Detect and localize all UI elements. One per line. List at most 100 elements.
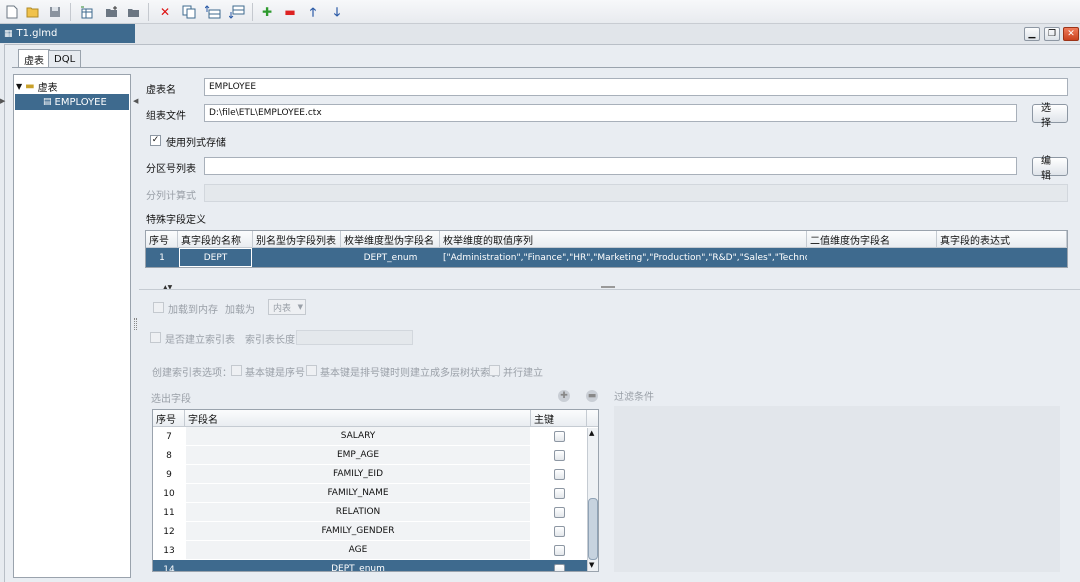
- remove-field-icon[interactable]: ▬: [586, 390, 598, 402]
- insert-row-below-icon[interactable]: [228, 3, 246, 21]
- field-seq-cell[interactable]: 13: [153, 541, 185, 560]
- column-header[interactable]: 别名型伪字段列表: [253, 231, 341, 248]
- column-header[interactable]: 真字段的名称: [178, 231, 253, 248]
- copy-icon[interactable]: [180, 3, 198, 21]
- tab-virtual-table[interactable]: 虚表: [18, 49, 50, 68]
- create-index-label: 是否建立索引表: [165, 335, 235, 346]
- partition-expr-label: 分列计算式: [146, 191, 196, 202]
- toolbar: ✕ ✚ ▬ 🡑 🡓: [0, 0, 1080, 24]
- field-seq-cell[interactable]: 11: [153, 503, 185, 522]
- new-file-icon[interactable]: [3, 3, 21, 21]
- primary-key-checkbox[interactable]: [554, 431, 565, 442]
- table-cell[interactable]: [940, 248, 1067, 267]
- edit-button[interactable]: 编辑: [1032, 156, 1068, 182]
- table-row[interactable]: 13 AGE: [153, 541, 587, 560]
- columnar-checkbox[interactable]: ✓: [150, 135, 161, 146]
- field-seq-cell[interactable]: 7: [153, 427, 185, 446]
- expand-arrow-icon[interactable]: ▼: [16, 82, 22, 91]
- table-cell[interactable]: ["Administration","Finance","HR","Market…: [443, 248, 807, 267]
- table-row[interactable]: 8 EMP_AGE: [153, 446, 587, 465]
- partition-input[interactable]: [204, 157, 1017, 175]
- add-field-icon[interactable]: ✚: [558, 390, 570, 402]
- document-tab-bar: [0, 24, 1080, 44]
- save-icon[interactable]: [46, 3, 64, 21]
- horizontal-splitter[interactable]: ▲▼: [139, 284, 1080, 291]
- primary-key-checkbox[interactable]: [554, 469, 565, 480]
- insert-row-above-icon[interactable]: [204, 3, 222, 21]
- primary-key-checkbox[interactable]: [554, 488, 565, 499]
- side-collapse-arrow-icon[interactable]: ▶: [0, 97, 5, 105]
- special-fields-label: 特殊字段定义: [146, 215, 206, 226]
- primary-key-checkbox[interactable]: [554, 526, 565, 537]
- field-seq-cell[interactable]: 14: [153, 560, 185, 572]
- folder-icon[interactable]: [125, 3, 143, 21]
- table-row[interactable]: 10 FAMILY_NAME: [153, 484, 587, 503]
- close-icon[interactable]: ✕: [1063, 27, 1079, 41]
- partition-expr-input: [204, 184, 1068, 202]
- opt-basic-sorted-checkbox: [306, 365, 317, 376]
- fields-scrollbar[interactable]: ▲ ▼: [587, 428, 598, 571]
- table-cell[interactable]: [253, 248, 341, 267]
- folder-add-icon[interactable]: [103, 3, 121, 21]
- tab-dql[interactable]: DQL: [48, 50, 82, 67]
- table-row[interactable]: 11 RELATION: [153, 503, 587, 522]
- field-seq-cell[interactable]: 12: [153, 522, 185, 541]
- load-memory-label: 加载到内存: [168, 305, 218, 316]
- table-cell-focused[interactable]: DEPT: [179, 248, 252, 267]
- add-icon[interactable]: ✚: [258, 3, 276, 21]
- field-name-cell[interactable]: AGE: [186, 541, 530, 559]
- open-folder-icon[interactable]: [24, 3, 42, 21]
- move-down-icon[interactable]: 🡓: [328, 3, 346, 21]
- table-row[interactable]: 7 SALARY: [153, 427, 587, 446]
- scroll-down-icon[interactable]: ▼: [589, 561, 594, 569]
- primary-key-checkbox[interactable]: [554, 564, 565, 571]
- primary-key-checkbox[interactable]: [554, 545, 565, 556]
- delete-icon[interactable]: ✕: [156, 3, 174, 21]
- vertical-splitter-handle[interactable]: [134, 318, 137, 330]
- column-header[interactable]: 真字段的表达式: [937, 231, 1067, 248]
- name-input[interactable]: EMPLOYEE: [204, 78, 1068, 96]
- scroll-thumb[interactable]: [588, 498, 598, 560]
- column-header[interactable]: 序号: [153, 410, 185, 427]
- move-up-icon[interactable]: 🡑: [304, 3, 322, 21]
- column-header[interactable]: 二值维度伪字段名: [807, 231, 937, 248]
- tree-item-employee[interactable]: ▤ EMPLOYEE: [15, 94, 129, 110]
- remove-icon[interactable]: ▬: [281, 3, 299, 21]
- table-row[interactable]: 14 DEPT_enum: [153, 560, 587, 572]
- field-name-cell[interactable]: FAMILY_EID: [186, 465, 530, 483]
- table-row[interactable]: 9 FAMILY_EID: [153, 465, 587, 484]
- field-name-cell[interactable]: SALARY: [186, 427, 530, 445]
- table-row[interactable]: 12 FAMILY_GENDER: [153, 522, 587, 541]
- table-cell[interactable]: 1: [146, 248, 178, 267]
- table-cell[interactable]: DEPT_enum: [341, 248, 440, 267]
- field-name-cell[interactable]: FAMILY_NAME: [186, 484, 530, 502]
- column-header[interactable]: 枚举维度型伪字段名: [341, 231, 440, 248]
- minimize-icon[interactable]: ▁: [1024, 27, 1040, 41]
- column-header[interactable]: 字段名: [185, 410, 531, 427]
- primary-key-checkbox[interactable]: [554, 507, 565, 518]
- field-name-cell[interactable]: RELATION: [186, 503, 530, 521]
- table-cell[interactable]: [810, 248, 937, 267]
- collapse-left-arrow-icon[interactable]: ◀: [133, 97, 138, 105]
- restore-icon[interactable]: ❐: [1044, 27, 1060, 41]
- new-table-icon[interactable]: [78, 3, 96, 21]
- partition-label: 分区号列表: [146, 164, 196, 175]
- column-header[interactable]: 主键: [531, 410, 587, 427]
- scroll-up-icon[interactable]: ▲: [589, 429, 594, 437]
- field-name-cell[interactable]: DEPT_enum: [186, 560, 530, 571]
- load-as-label: 加载为: [225, 305, 255, 316]
- column-header[interactable]: 序号: [146, 231, 178, 248]
- field-name-cell[interactable]: FAMILY_GENDER: [186, 522, 530, 540]
- chevron-down-icon: ▼: [297, 303, 303, 311]
- column-header[interactable]: 枚举维度的取值序列: [440, 231, 807, 248]
- field-seq-cell[interactable]: 10: [153, 484, 185, 503]
- field-name-cell[interactable]: EMP_AGE: [186, 446, 530, 464]
- file-input[interactable]: D:\file\ETL\EMPLOYEE.ctx: [204, 104, 1017, 122]
- field-seq-cell[interactable]: 8: [153, 446, 185, 465]
- field-seq-cell[interactable]: 9: [153, 465, 185, 484]
- tree-root[interactable]: ▼ ▬ 虚表: [16, 78, 58, 94]
- primary-key-checkbox[interactable]: [554, 450, 565, 461]
- choose-button[interactable]: 选择: [1032, 103, 1068, 129]
- splitter-grip[interactable]: [601, 286, 615, 288]
- document-tab[interactable]: ▦ T1.glmd: [0, 24, 135, 43]
